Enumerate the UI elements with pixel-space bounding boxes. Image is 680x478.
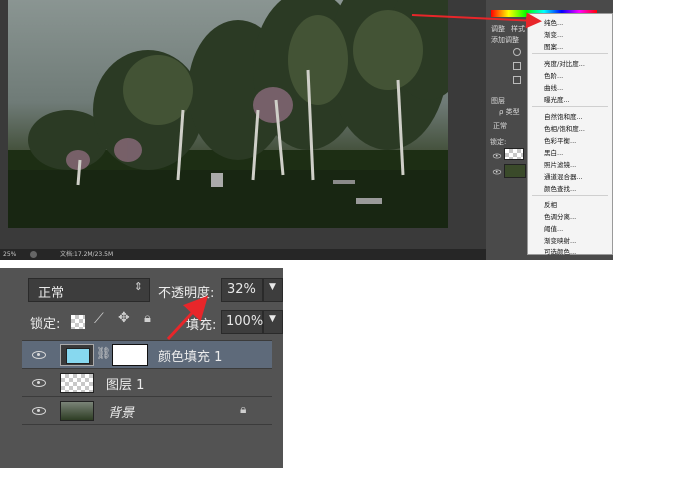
eye-icon[interactable] bbox=[32, 379, 46, 387]
menu-item-channel-mixer[interactable]: 通道混合器... bbox=[544, 171, 583, 181]
layer-name-color-fill[interactable]: 颜色填充 1 bbox=[158, 346, 222, 365]
brush-icon[interactable]: ⟋ bbox=[94, 311, 104, 327]
fill-label: 填充: bbox=[186, 318, 217, 333]
updown-arrows-icon: ⇕ bbox=[133, 280, 143, 293]
menu-separator bbox=[532, 195, 608, 196]
opacity-dropdown-button[interactable]: ▼ bbox=[263, 278, 283, 302]
tab-styles[interactable]: 样式 bbox=[511, 24, 525, 34]
adjustment-layer-menu: 纯色... 渐变... 图案... 亮度/对比度... 色阶... 曲线... … bbox=[527, 13, 613, 256]
add-adjustment-label: 添加调整 bbox=[491, 36, 519, 44]
photo-filter-icon[interactable] bbox=[513, 76, 521, 84]
brightness-icon[interactable] bbox=[513, 48, 521, 56]
kind-filter[interactable]: ρ 类型 bbox=[499, 107, 520, 117]
menu-item-curves[interactable]: 曲线... bbox=[544, 82, 563, 92]
document-canvas-area bbox=[0, 0, 486, 249]
triangle-down-icon: ▼ bbox=[269, 282, 276, 292]
fill-layer-thumbnail bbox=[60, 344, 94, 366]
eye-icon[interactable] bbox=[32, 351, 46, 359]
background-thumbnail bbox=[60, 401, 94, 421]
layer-thumbnail-mini bbox=[504, 164, 526, 178]
opacity-value: 32% bbox=[227, 282, 256, 297]
layer-name-background[interactable]: 背景 bbox=[108, 402, 134, 421]
menu-item-color-balance[interactable]: 色彩平衡... bbox=[544, 135, 576, 145]
row-divider bbox=[22, 424, 272, 425]
doc-size: 文档:17.2M/23.5M bbox=[60, 251, 114, 258]
move-icon[interactable]: ✥ bbox=[118, 310, 130, 326]
fill-value: 100% bbox=[226, 314, 264, 329]
layer-row-layer1[interactable]: 图层 1 bbox=[22, 368, 272, 396]
park-photo bbox=[8, 0, 448, 228]
menu-item-solid-color[interactable]: 纯色... bbox=[544, 17, 563, 27]
lock-transparent-icon[interactable] bbox=[71, 315, 85, 329]
blend-mode-value: 正常 bbox=[38, 286, 65, 301]
menu-item-black-white[interactable]: 黑白... bbox=[544, 147, 563, 157]
triangle-down-icon: ▼ bbox=[269, 314, 276, 324]
menu-item-gradient[interactable]: 渐变... bbox=[544, 29, 563, 39]
menu-item-threshold[interactable]: 阈值... bbox=[544, 223, 563, 233]
link-chain-icon[interactable]: ⛓︎ bbox=[96, 346, 111, 360]
layer-name-layer1[interactable]: 图层 1 bbox=[106, 374, 144, 393]
blend-mode-select[interactable]: 正常 ⇕ bbox=[28, 278, 150, 302]
fill-input[interactable]: 100% bbox=[221, 310, 263, 334]
zoom-level[interactable]: 25% bbox=[3, 249, 16, 260]
menu-item-exposure[interactable]: 曝光度... bbox=[544, 94, 570, 104]
status-icon bbox=[30, 251, 37, 258]
lock-icon: 🔒︎ bbox=[240, 402, 247, 416]
color-swatch bbox=[66, 348, 90, 364]
layer-row-color-fill[interactable]: ⛓︎ 颜色填充 1 bbox=[22, 340, 272, 368]
lock-icon[interactable]: 🔒︎ bbox=[144, 311, 151, 326]
eye-icon[interactable] bbox=[492, 153, 502, 159]
layer-thumbnail-transparent bbox=[60, 373, 94, 393]
menu-item-hue-saturation[interactable]: 色相/饱和度... bbox=[544, 123, 585, 133]
status-bar: 25% 文档:17.2M/23.5M bbox=[0, 249, 486, 260]
hue-icon[interactable] bbox=[513, 62, 521, 70]
menu-item-pattern[interactable]: 图案... bbox=[544, 41, 563, 51]
lock-label: 锁定: bbox=[30, 317, 61, 332]
menu-item-brightness-contrast[interactable]: 亮度/对比度... bbox=[544, 58, 585, 68]
menu-item-levels[interactable]: 色阶... bbox=[544, 70, 563, 80]
layer-thumbnail-mini bbox=[504, 148, 524, 160]
menu-item-color-lookup[interactable]: 颜色查找... bbox=[544, 183, 576, 193]
menu-item-gradient-map[interactable]: 渐变映射... bbox=[544, 235, 576, 245]
layers-panel: 正常 ⇕ 不透明度: 32% ▼ 锁定: ⟋ ✥ 🔒︎ 填充: 100% ▼ ⛓… bbox=[0, 268, 283, 468]
opacity-input[interactable]: 32% bbox=[221, 278, 263, 302]
lock-label-mini: 锁定: bbox=[490, 138, 507, 146]
layer-mask-thumbnail[interactable] bbox=[112, 344, 148, 366]
menu-item-photo-filter[interactable]: 照片滤镜... bbox=[544, 159, 576, 169]
menu-item-posterize[interactable]: 色调分离... bbox=[544, 211, 576, 221]
menu-separator bbox=[532, 53, 608, 54]
eye-icon[interactable] bbox=[492, 169, 502, 175]
opacity-label: 不透明度: bbox=[158, 286, 215, 301]
fill-dropdown-button[interactable]: ▼ bbox=[263, 310, 283, 334]
menu-item-vibrance[interactable]: 自然饱和度... bbox=[544, 111, 583, 121]
layer-row-background[interactable]: 背景 🔒︎ bbox=[22, 396, 272, 424]
tab-layers[interactable]: 图层 bbox=[491, 96, 505, 106]
menu-item-selective-color[interactable]: 可选颜色... bbox=[544, 246, 576, 256]
tab-adjustments[interactable]: 调整 bbox=[491, 24, 505, 34]
menu-separator bbox=[532, 106, 608, 107]
eye-icon[interactable] bbox=[32, 407, 46, 415]
photoshop-window-screenshot: 25% 文档:17.2M/23.5M 调整 样式 添加调整 图层 ρ 类型 正常… bbox=[0, 0, 613, 260]
menu-item-invert[interactable]: 反相 bbox=[544, 199, 557, 209]
blend-mode-mini[interactable]: 正常 bbox=[493, 121, 507, 131]
park-scene-illustration bbox=[8, 0, 448, 228]
